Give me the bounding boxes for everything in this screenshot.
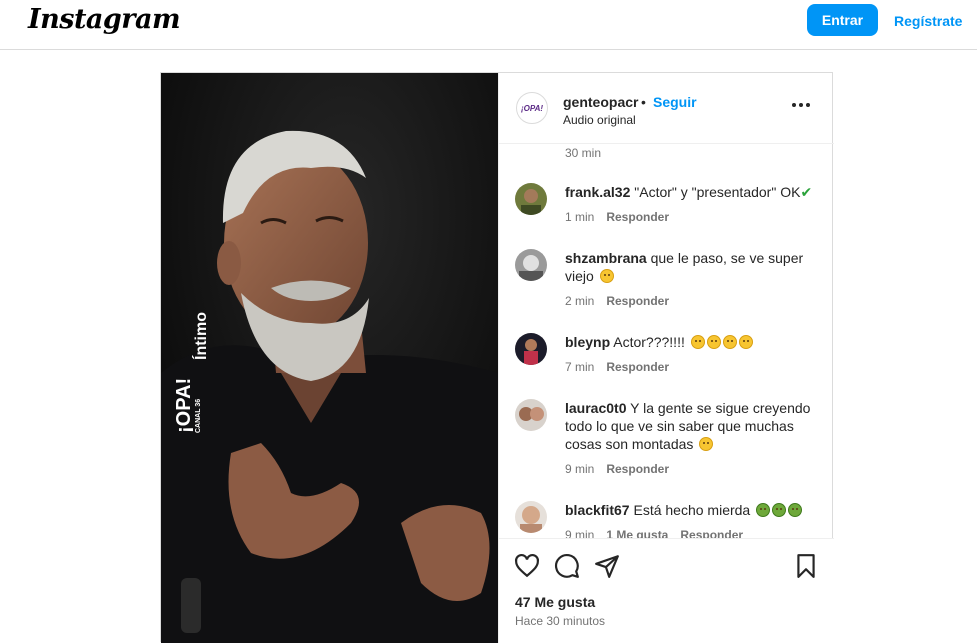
surprised-emoji-icon (599, 269, 614, 283)
post-card: ¡OPA! CANAL 36 Íntimo ¡OPA! genteopacr •… (160, 72, 834, 643)
comment-text-block: bleynp Actor???!!!! (565, 333, 820, 351)
comment-time: 1 min (565, 210, 595, 224)
heart-icon[interactable] (514, 553, 540, 579)
reply-button[interactable]: Responder (606, 210, 669, 224)
laughing-emoji-icon (699, 437, 714, 451)
earlier-comment-time: 30 min (565, 146, 602, 160)
comment-text: "Actor" y "presentador" OK (634, 184, 801, 200)
more-dots-icon[interactable] (791, 95, 811, 121)
audio-label[interactable]: Audio original (563, 113, 636, 127)
commenter-username[interactable]: laurac0t0 (565, 400, 626, 416)
thinking-emoji-icon (722, 335, 737, 349)
video-frame (161, 73, 498, 643)
comment-meta: 2 min Responder (565, 294, 669, 308)
comment-time: 2 min (565, 294, 595, 308)
comment-meta: 9 min Responder (565, 462, 669, 476)
comment-meta: 9 min 1 Me gusta Responder (565, 528, 743, 538)
separator-dot: • (641, 94, 646, 110)
commenter-avatar[interactable] (515, 399, 547, 431)
commenter-avatar[interactable] (515, 333, 547, 365)
thinking-emoji-icon (738, 335, 753, 349)
commenter-username[interactable]: frank.al32 (565, 184, 630, 200)
post-video[interactable]: ¡OPA! CANAL 36 Íntimo (161, 73, 498, 643)
nauseated-emoji-icon (788, 503, 803, 517)
reply-button[interactable]: Responder (680, 528, 743, 538)
instagram-logo[interactable]: Instagram (28, 4, 181, 35)
nauseated-emoji-icon (756, 503, 771, 517)
author-username[interactable]: genteopacr (563, 94, 638, 110)
commenter-avatar[interactable] (515, 183, 547, 215)
comment-time: 7 min (565, 360, 595, 374)
bookmark-icon[interactable] (793, 553, 819, 579)
commenter-avatar[interactable] (515, 501, 547, 533)
author-avatar-text: ¡OPA! (520, 103, 544, 113)
comment-text-block: shzambrana que le paso, se ve super viej… (565, 249, 820, 285)
post-header: ¡OPA! genteopacr • Seguir Audio original (499, 73, 834, 144)
commenter-username[interactable]: blackfit67 (565, 502, 630, 518)
reply-button[interactable]: Responder (606, 294, 669, 308)
nauseated-emoji-icon (772, 503, 787, 517)
commenter-username[interactable]: shzambrana (565, 250, 647, 266)
comment-text: Está hecho mierda (633, 502, 751, 518)
comment-text-block: frank.al32 "Actor" y "presentador" OK✔ (565, 183, 820, 201)
post-sidebar: ¡OPA! genteopacr • Seguir Audio original… (498, 73, 834, 643)
reply-button[interactable]: Responder (606, 462, 669, 476)
comments-list[interactable]: 30 min frank.al32 "Actor" y "presentador… (499, 144, 834, 538)
commenter-avatar[interactable] (515, 249, 547, 281)
comment-text-block: blackfit67 Está hecho mierda (565, 501, 820, 519)
thinking-emoji-icon (690, 335, 705, 349)
comment-text-block: laurac0t0 Y la gente se sigue creyendo t… (565, 399, 820, 453)
post-timestamp: Hace 30 minutos (515, 614, 606, 628)
comment-meta: 1 min Responder (565, 210, 669, 224)
follow-button[interactable]: Seguir (653, 94, 697, 110)
reply-button[interactable]: Responder (606, 360, 669, 374)
author-avatar[interactable]: ¡OPA! (516, 92, 548, 124)
commenter-username[interactable]: bleynp (565, 334, 610, 350)
watermark-channel: CANAL 36 (195, 398, 202, 433)
watermark-brand: ¡OPA! (173, 377, 195, 433)
comment-likes[interactable]: 1 Me gusta (606, 528, 668, 538)
comment-text: Actor???!!!! (613, 334, 685, 350)
login-button[interactable]: Entrar (807, 4, 878, 36)
comment-icon[interactable] (554, 553, 580, 579)
thinking-emoji-icon (706, 335, 721, 349)
post-actions: 47 Me gusta Hace 30 minutos (499, 538, 834, 643)
likes-count[interactable]: 47 Me gusta (515, 594, 595, 610)
top-navigation-bar: Instagram Entrar Regístrate (0, 0, 977, 50)
watermark-show: Íntimo (193, 312, 210, 360)
paper-plane-icon[interactable] (594, 553, 620, 579)
comment-time: 9 min (565, 462, 595, 476)
signup-link[interactable]: Regístrate (894, 13, 962, 29)
check-icon: ✔ (800, 184, 813, 200)
channel-watermark: ¡OPA! CANAL 36 Íntimo (171, 298, 211, 438)
comment-meta: 7 min Responder (565, 360, 669, 374)
comment-time: 9 min (565, 528, 595, 538)
